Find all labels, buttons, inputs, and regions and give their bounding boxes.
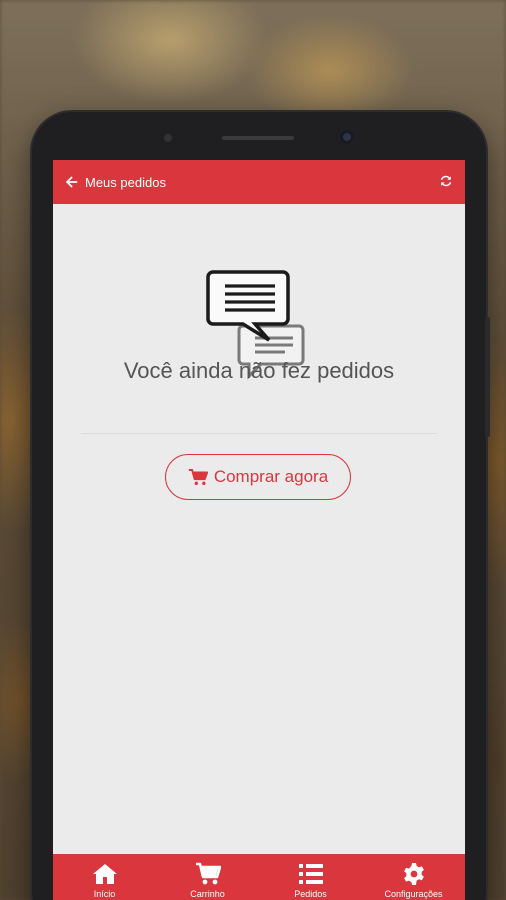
buy-now-label: Comprar agora xyxy=(213,467,329,486)
divider xyxy=(81,433,437,434)
phone-speaker xyxy=(222,136,294,140)
nav-label: Carrinho xyxy=(190,889,225,899)
phone-camera xyxy=(340,130,354,144)
nav-item-inicio[interactable]: Início xyxy=(53,854,156,900)
cart-icon xyxy=(188,468,208,485)
arrow-left-icon[interactable] xyxy=(63,173,81,191)
buy-now-button[interactable]: Comprar agora xyxy=(165,454,351,500)
empty-state-message: Você ainda não fez pedidos xyxy=(123,358,395,383)
nav-label: Configurações xyxy=(384,889,443,899)
refresh-icon[interactable] xyxy=(439,174,455,190)
nav-label: Pedidos xyxy=(294,889,327,899)
page-title: Meus pedidos xyxy=(85,174,166,190)
nav-item-carrinho[interactable]: Carrinho xyxy=(156,854,259,900)
nav-label: Início xyxy=(93,889,116,899)
cart-icon xyxy=(195,862,221,885)
list-icon xyxy=(298,864,323,884)
app-screen: Meus pedidos Você ainda não fez pedidos xyxy=(53,160,465,900)
gear-icon xyxy=(403,863,424,885)
phone-side-button xyxy=(485,317,490,437)
home-icon xyxy=(92,864,117,884)
nav-item-pedidos[interactable]: Pedidos xyxy=(259,854,362,900)
phone-sensor xyxy=(164,134,172,142)
phone-frame: Meus pedidos Você ainda não fez pedidos xyxy=(32,112,490,900)
bottom-navigation: Início Carrinho Pedidos Configurações xyxy=(53,854,465,900)
nav-item-configuracoes[interactable]: Configurações xyxy=(362,854,465,900)
app-bar: Meus pedidos xyxy=(53,160,465,204)
